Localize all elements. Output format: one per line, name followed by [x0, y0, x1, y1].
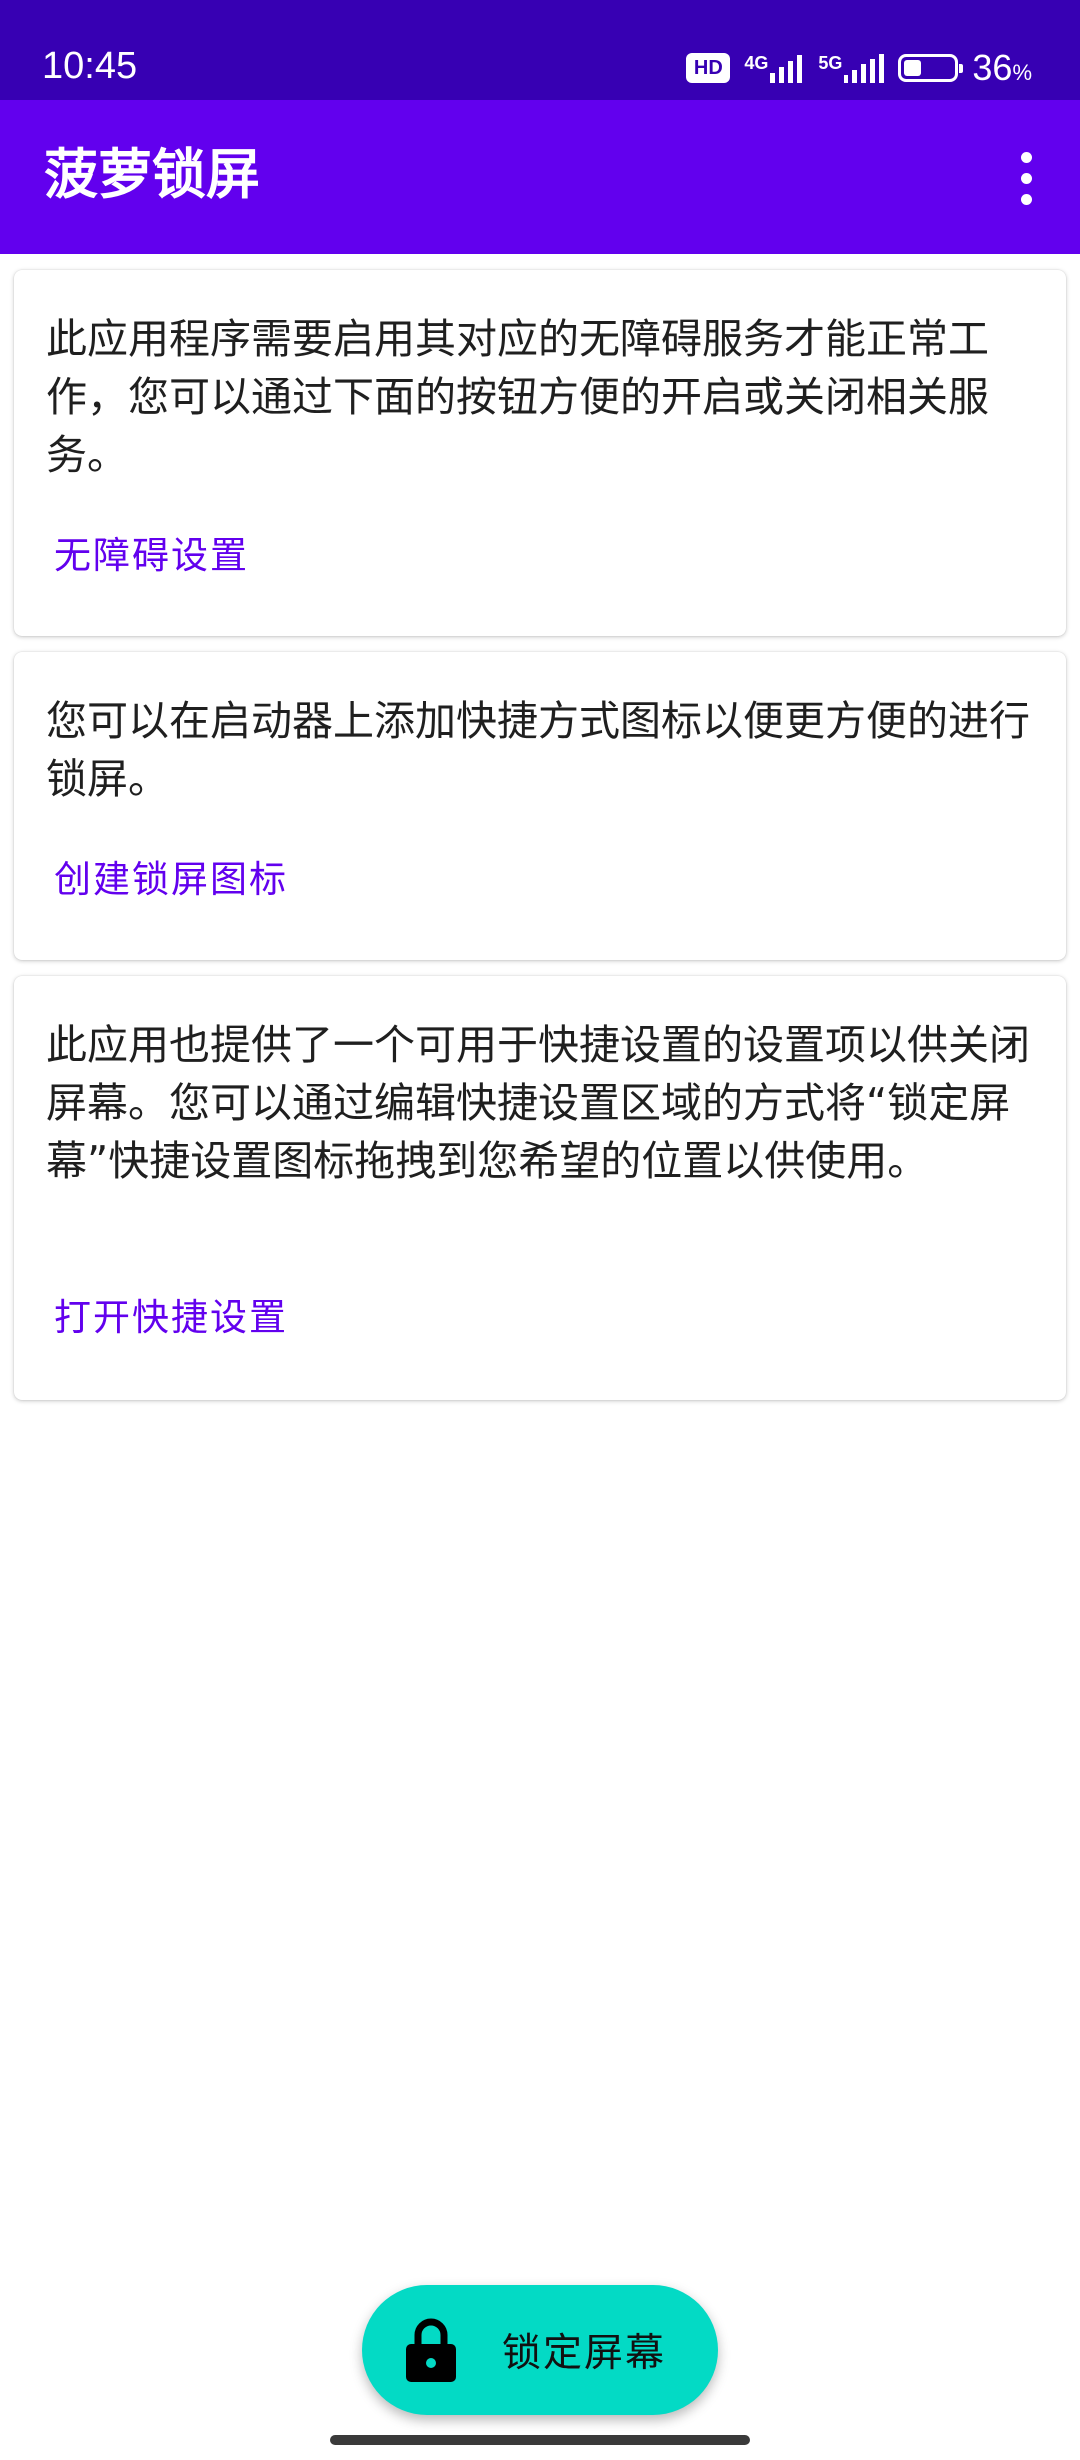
shortcut-card: 您可以在启动器上添加快捷方式图标以便更方便的进行锁屏。 创建锁屏图标 [14, 652, 1066, 960]
quick-settings-card: 此应用也提供了一个可用于快捷设置的设置项以供关闭屏幕。您可以通过编辑快捷设置区域… [14, 976, 1066, 1400]
lock-screen-fab[interactable]: 锁定屏幕 [362, 2285, 718, 2415]
more-vert-icon[interactable] [998, 140, 1054, 216]
dot [1020, 193, 1032, 205]
hd-voice-icon: HD [686, 53, 731, 83]
battery-percent-unit: % [1012, 60, 1032, 85]
battery-level-fill [904, 60, 922, 76]
create-lock-icon-button[interactable]: 创建锁屏图标 [54, 856, 288, 904]
card-description: 此应用程序需要启用其对应的无障碍服务才能正常工作，您可以通过下面的按钮方便的开启… [46, 315, 989, 479]
status-icons: HD 4G 5G 36% [686, 44, 1032, 92]
battery-icon [898, 54, 964, 82]
accessibility-card: 此应用程序需要启用其对应的无障碍服务才能正常工作，您可以通过下面的按钮方便的开启… [14, 270, 1066, 636]
home-indicator[interactable] [330, 2435, 750, 2445]
signal-4g-indicator: 4G [744, 53, 804, 83]
signal-bars-icon [770, 55, 803, 83]
app-bar: 菠萝锁屏 [0, 100, 1080, 254]
network-type-label: 5G [818, 53, 843, 73]
signal-bars-icon [844, 54, 885, 83]
app-title: 菠萝锁屏 [44, 143, 260, 206]
network-type-label: 4G [744, 53, 769, 73]
card-description: 您可以在启动器上添加快捷方式图标以便更方便的进行锁屏。 [46, 697, 1030, 803]
battery-percent: 36% [972, 47, 1032, 89]
status-bar: 10:45 HD 4G 5G 36% [0, 0, 1080, 100]
signal-5g-indicator: 5G [818, 53, 885, 83]
open-quick-settings-button[interactable]: 打开快捷设置 [54, 1294, 288, 1342]
card-description: 此应用也提供了一个可用于快捷设置的设置项以供关闭屏幕。您可以通过编辑快捷设置区域… [46, 1021, 1030, 1185]
status-time: 10:45 [42, 45, 138, 87]
accessibility-settings-button[interactable]: 无障碍设置 [54, 532, 249, 580]
lock-icon [406, 2318, 456, 2382]
fab-label: 锁定屏幕 [502, 2331, 667, 2376]
battery-percent-value: 36 [972, 47, 1013, 88]
dot [1020, 151, 1032, 163]
dot [1020, 172, 1032, 184]
